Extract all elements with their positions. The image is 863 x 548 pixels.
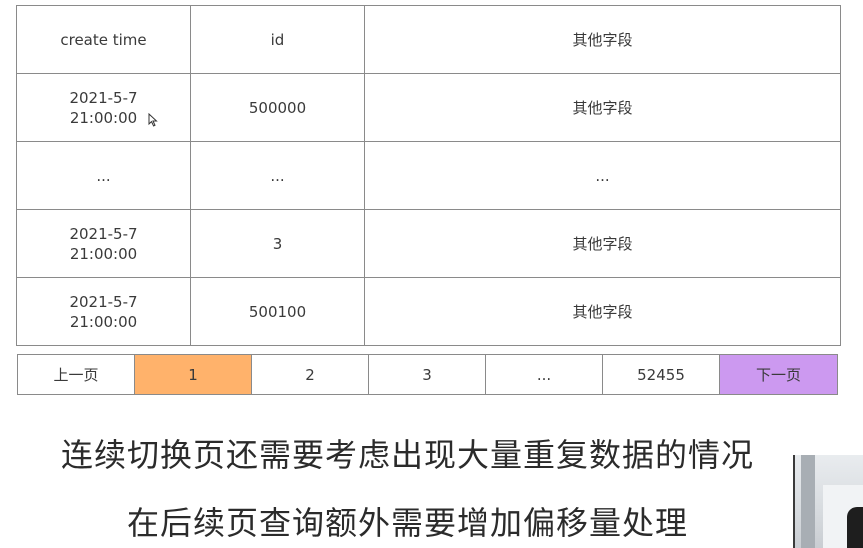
cell-id: 500100	[190, 277, 365, 346]
header-id: id	[190, 5, 365, 74]
table-row: ... ... ...	[16, 141, 841, 210]
next-page-button[interactable]: 下一页	[720, 355, 837, 394]
cell-other-fields: 其他字段	[364, 73, 841, 142]
cell-time: 21:00:00	[69, 108, 138, 127]
cell-time: 21:00:00	[69, 312, 138, 331]
cell-create-time: 2021-5-7 21:00:00	[16, 73, 191, 142]
page-button-last[interactable]: 52455	[603, 355, 720, 394]
webcam-person	[847, 507, 863, 548]
header-other-fields: 其他字段	[364, 5, 841, 74]
prev-page-button[interactable]: 上一页	[18, 355, 135, 394]
page-button-3[interactable]: 3	[369, 355, 486, 394]
cell-time: 21:00:00	[69, 244, 138, 263]
table-row: 2021-5-7 21:00:00 3 其他字段	[16, 209, 841, 278]
page-button-2[interactable]: 2	[252, 355, 369, 394]
table-row: 2021-5-7 21:00:00 500100 其他字段	[16, 277, 841, 346]
pagination-bar: 上一页 1 2 3 ... 52455 下一页	[17, 354, 838, 395]
caption-line-1: 连续切换页还需要考虑出现大量重复数据的情况	[60, 436, 754, 474]
cell-date: ...	[96, 166, 111, 185]
cell-id: 500000	[190, 73, 365, 142]
cell-other-fields: ...	[364, 141, 841, 210]
page-ellipsis: ...	[486, 355, 603, 394]
cell-id: ...	[190, 141, 365, 210]
webcam-background	[801, 455, 815, 548]
page-button-1[interactable]: 1	[135, 355, 252, 394]
cell-create-time: 2021-5-7 21:00:00	[16, 277, 191, 346]
header-create-time: create time	[16, 5, 191, 74]
cell-create-time: 2021-5-7 21:00:00	[16, 209, 191, 278]
webcam-overlay	[793, 455, 863, 548]
cell-date: 2021-5-7	[69, 292, 138, 311]
caption-line-2: 在后续页查询额外需要增加偏移量处理	[126, 504, 688, 542]
cell-id: 3	[190, 209, 365, 278]
table-header-row: create time id 其他字段	[16, 5, 841, 74]
cell-other-fields: 其他字段	[364, 277, 841, 346]
table-row: 2021-5-7 21:00:00 500000 其他字段	[16, 73, 841, 142]
cell-date: 2021-5-7	[69, 224, 138, 243]
mouse-cursor-icon	[148, 113, 158, 127]
data-table: create time id 其他字段 2021-5-7 21:00:00 50…	[16, 5, 841, 346]
cell-create-time: ...	[16, 141, 191, 210]
cell-other-fields: 其他字段	[364, 209, 841, 278]
cell-date: 2021-5-7	[69, 88, 138, 107]
